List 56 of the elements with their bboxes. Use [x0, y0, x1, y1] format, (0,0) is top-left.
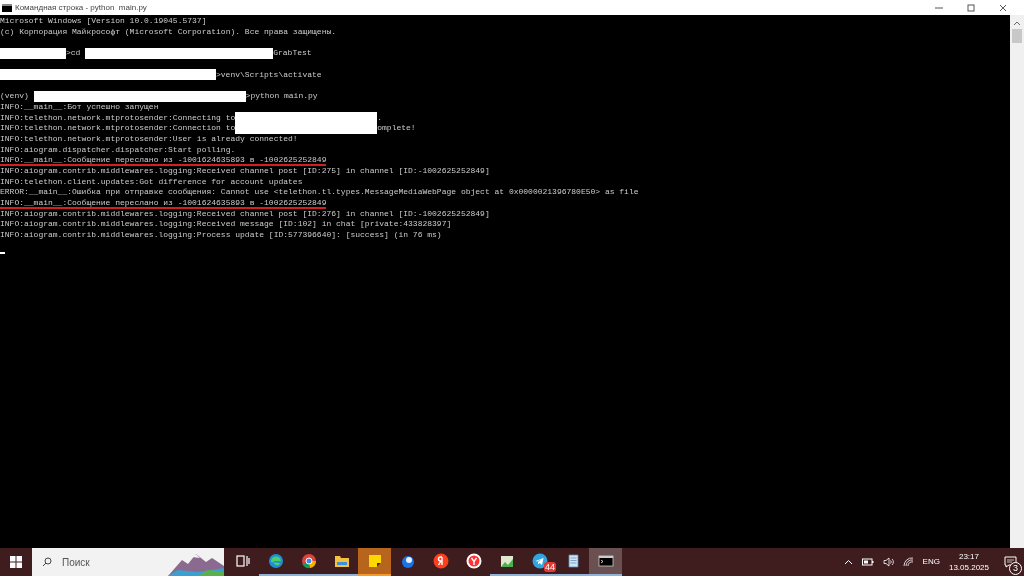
wifi-icon[interactable]: [902, 557, 914, 567]
close-icon[interactable]: [998, 2, 1008, 13]
console-text: ERROR:__main__:Ошибка при отправке сообщения: Cannot use <telethon.tl.types.MessageMediaWebPage object at 0x0000021396780E50> as file: [0, 186, 639, 199]
console-text: (venv): [0, 90, 30, 103]
console-text: INFO:telethon.network.mtprotosender:Connecting to: [0, 111, 236, 124]
clock-date[interactable]: 13.05.2025: [948, 562, 989, 573]
unread-badge: 44: [544, 562, 556, 572]
redaction-block: [0, 48, 66, 59]
console-text: Microsoft Windows [Version 10.0.19045.5737]: [0, 15, 207, 28]
image-app-icon[interactable]: [498, 553, 515, 569]
language-indicator[interactable]: ENG: [922, 556, 940, 568]
console-text: INFO:aiogram.contrib.middlewares.logging:Received message [ID:102] in chat [private:433828397]: [0, 218, 452, 231]
search-field[interactable]: Поиск: [32, 548, 224, 576]
chevron-up-icon[interactable]: [843, 557, 853, 567]
maximize-icon[interactable]: [966, 2, 976, 13]
console-text: INFO:aiogram.contrib.middlewares.logging:Process update [ID:577396640]: [success] (in 76 ms): [0, 229, 442, 242]
yandex-icon[interactable]: [432, 553, 449, 569]
clock-time[interactable]: 23:17: [958, 551, 979, 562]
speaker-icon[interactable]: [882, 557, 894, 567]
taskbar-app[interactable]: 44: [523, 548, 556, 576]
folder-icon[interactable]: [333, 553, 350, 569]
console-text: GrabTest: [273, 47, 312, 60]
search-icon: [42, 557, 52, 567]
console-text: INFO:__main__:Сообщение переслано из -1001624635893 в -1002625252849: [0, 197, 327, 209]
console-text: INFO:aiogram.dispatcher.dispatcher:Start polling.: [0, 143, 236, 156]
console-text: INFO:__main__:Сообщение переслано из -1001624635893 в -1002625252849: [0, 154, 327, 166]
console-text: INFO:telethon.client.updates:Got difference for account updates: [0, 175, 303, 188]
console-text: >python main.py: [245, 90, 318, 103]
console-text: (c) Корпорация Майкрософт (Microsoft Corporation). Все права защищены.: [0, 26, 337, 39]
scrollbar[interactable]: [1010, 15, 1024, 548]
console-text: INFO:telethon.network.mtprotosender:User is already connected!: [0, 132, 298, 145]
console-text: INFO:__main__:Бот успешно запущен: [0, 100, 159, 113]
taskbar-app[interactable]: [589, 548, 622, 576]
console-text: >cd: [66, 47, 82, 60]
console-text: >venv\Scripts\activate: [216, 68, 322, 81]
browser-icon[interactable]: [300, 553, 317, 569]
search-input[interactable]: Поиск: [62, 554, 162, 570]
windows-logo-icon[interactable]: [10, 556, 22, 568]
console-text: INFO:aiogram.contrib.middlewares.logging:Received channel post [ID:276] in channel [ID:-1002625252849]: [0, 207, 490, 220]
console-icon: [2, 3, 12, 12]
text-cursor: [0, 252, 5, 255]
console-text: omplete!: [377, 122, 416, 135]
bird-icon[interactable]: [399, 553, 416, 569]
scroll-up-icon[interactable]: [1013, 19, 1021, 27]
battery-icon[interactable]: [861, 558, 874, 566]
window-title: Командная строка - python main.py: [15, 1, 147, 14]
browser-icon[interactable]: [267, 553, 284, 569]
scrollbar-thumb[interactable]: [1012, 29, 1022, 43]
task-view-icon[interactable]: [234, 553, 251, 569]
browser-icon[interactable]: [465, 553, 482, 569]
sticky-note-icon[interactable]: [366, 553, 383, 569]
console-text: INFO:aiogram.contrib.middlewares.logging:Received channel post [ID:275] in channel [ID:-1002625252849]: [0, 164, 490, 177]
terminal-icon[interactable]: [597, 553, 614, 569]
console-text: .: [377, 111, 383, 124]
notification-count: 3: [1009, 562, 1022, 575]
console-text: INFO:telethon.network.mtprotosender:Connection to: [0, 122, 236, 135]
